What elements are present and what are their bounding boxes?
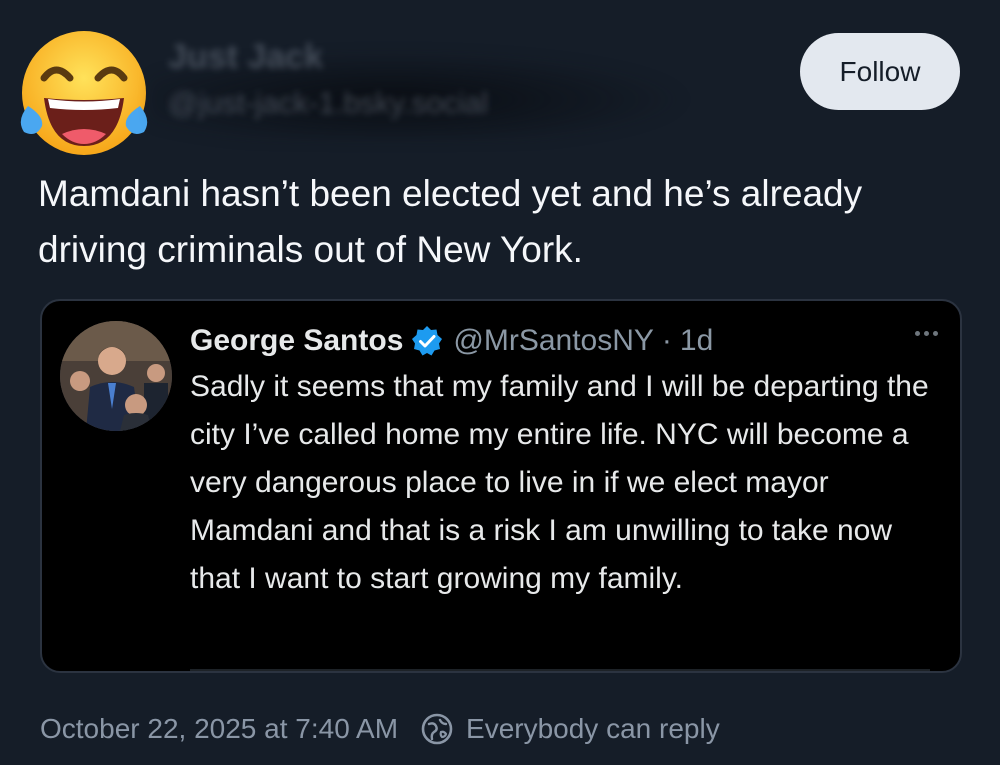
- embed-author-name[interactable]: George Santos: [190, 324, 403, 358]
- embedded-post[interactable]: George Santos @MrSantosNY · 1d Sadly it …: [40, 299, 962, 673]
- embed-divider: [190, 669, 930, 671]
- post-date[interactable]: October 22, 2025 at 7:40 AM: [40, 713, 398, 745]
- embed-handle[interactable]: @MrSantosNY: [453, 324, 654, 358]
- author-name[interactable]: Just Jack: [168, 36, 488, 78]
- embed-timestamp[interactable]: 1d: [680, 324, 713, 358]
- post-footer: October 22, 2025 at 7:40 AM Everybody ca…: [40, 706, 720, 752]
- embed-text: Sadly it seems that my family and I will…: [190, 370, 929, 595]
- author-handle[interactable]: @just-jack-1.bsky.social: [168, 84, 488, 124]
- author-avatar[interactable]: [14, 28, 154, 158]
- reply-setting[interactable]: Everybody can reply: [466, 713, 720, 745]
- author-info[interactable]: Just Jack @just-jack-1.bsky.social: [168, 36, 488, 124]
- joy-emoji-icon: [20, 31, 148, 155]
- follow-button[interactable]: Follow: [800, 33, 960, 110]
- embed-avatar-photo: [60, 321, 172, 431]
- post-text: Mamdani hasn’t been elected yet and he’s…: [38, 173, 863, 270]
- more-options-icon[interactable]: [915, 331, 938, 336]
- globe-reply-icon: [421, 713, 453, 745]
- verified-badge-icon: [412, 326, 443, 356]
- separator-dot: ·: [661, 324, 672, 357]
- embed-avatar[interactable]: [60, 321, 172, 431]
- embed-header: George Santos @MrSantosNY · 1d: [190, 319, 713, 363]
